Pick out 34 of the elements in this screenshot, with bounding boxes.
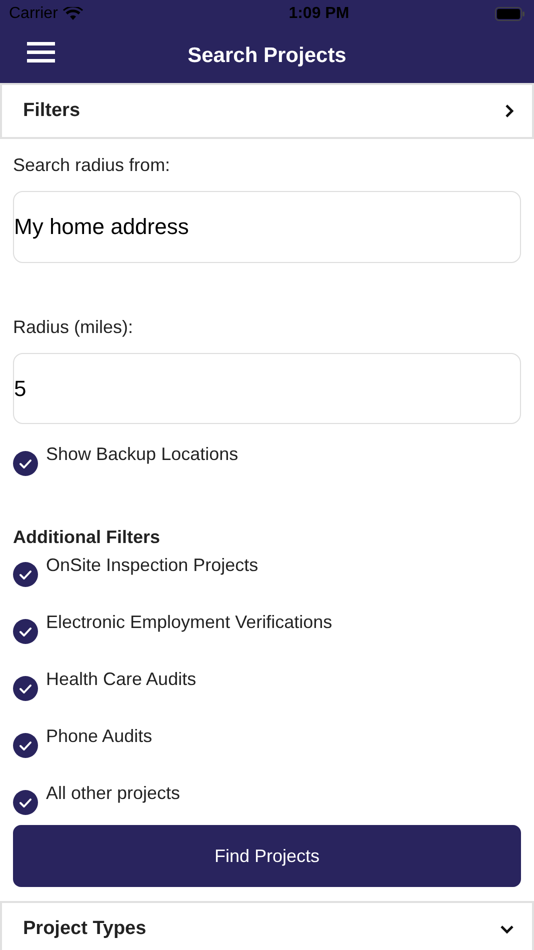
checkmark-icon bbox=[19, 798, 32, 808]
chevron-down-icon bbox=[500, 924, 514, 934]
section-header[interactable]: Filters bbox=[0, 83, 534, 139]
checkbox[interactable] bbox=[13, 562, 38, 587]
battery-icon bbox=[494, 7, 525, 21]
carrier-label: Carrier bbox=[9, 4, 58, 24]
menu-icon[interactable] bbox=[27, 42, 55, 63]
checkmark-icon bbox=[19, 570, 32, 580]
find-projects-button[interactable]: Find Projects bbox=[13, 825, 521, 887]
checkmark-icon bbox=[19, 626, 32, 636]
radius-input[interactable]: 5 bbox=[13, 353, 521, 424]
checkbox-label: Show Backup Locations bbox=[46, 443, 238, 466]
checkbox[interactable] bbox=[13, 451, 38, 476]
checkmark-icon bbox=[19, 740, 32, 750]
checkbox[interactable] bbox=[13, 619, 38, 644]
checkbox-label: OnSite Inspection Projects bbox=[46, 554, 258, 577]
checkbox[interactable] bbox=[13, 790, 38, 815]
wifi-icon bbox=[62, 7, 83, 21]
checkbox[interactable] bbox=[13, 676, 38, 701]
nav-title: Search Projects bbox=[188, 42, 346, 69]
checkbox[interactable] bbox=[13, 733, 38, 758]
checkmark-icon bbox=[19, 684, 32, 694]
section-header[interactable]: Project Types bbox=[0, 901, 534, 950]
field-label: Search radius from: bbox=[13, 154, 172, 177]
checkmark-icon bbox=[19, 458, 32, 468]
checkbox-label: All other projects bbox=[46, 782, 180, 805]
field-label: Radius (miles): bbox=[13, 316, 134, 339]
address-input[interactable]: My home address bbox=[13, 191, 521, 263]
checkbox-label: Phone Audits bbox=[46, 725, 152, 748]
checkbox-label: Electronic Employment Verifications bbox=[46, 611, 332, 634]
chevron-right-icon bbox=[505, 104, 514, 118]
checkbox-label: Health Care Audits bbox=[46, 668, 196, 691]
time-label: 1:09 PM bbox=[288, 4, 350, 24]
section-title: Additional Filters bbox=[13, 526, 162, 549]
